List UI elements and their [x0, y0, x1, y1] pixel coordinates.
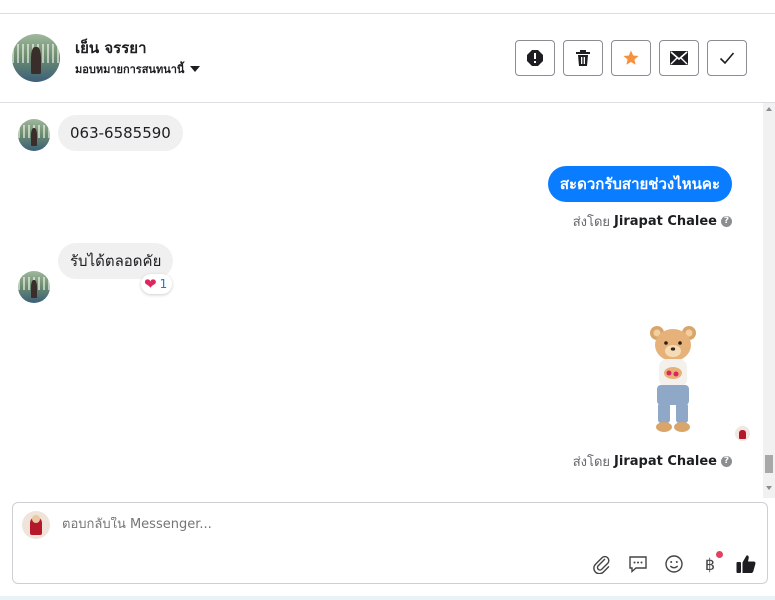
composer-tools: ฿: [591, 551, 757, 575]
contact-name: เย็น จรรยา: [75, 39, 147, 57]
attach-button[interactable]: [591, 553, 613, 575]
sent-by-name: Jirapat Chalee: [614, 214, 717, 229]
message-thread[interactable]: 063-6585590 สะดวกรับสายช่วงไหนคะ ส่งโดย …: [0, 103, 775, 498]
star-icon: [623, 50, 639, 65]
mark-unread-button[interactable]: [659, 40, 699, 76]
help-icon[interactable]: ?: [721, 216, 732, 227]
page-avatar: [22, 511, 50, 539]
assign-label: มอบหมายการสนทนานี้: [75, 63, 185, 76]
like-button[interactable]: [735, 553, 757, 575]
outgoing-message-bubble[interactable]: สะดวกรับสายช่วงไหนคะ: [547, 166, 732, 202]
delete-button[interactable]: [563, 40, 603, 76]
bottom-bar: [0, 596, 775, 600]
reply-composer: ฿: [12, 502, 768, 584]
contact-avatar-small: [18, 119, 50, 151]
notification-dot: [716, 551, 723, 558]
conversation-header: เย็น จรรยา มอบหมายการสนทนานี้: [0, 14, 775, 103]
seen-avatar: [735, 426, 750, 441]
sent-by-label: ส่งโดย Jirapat Chalee ?: [573, 211, 732, 232]
scroll-up-arrow-icon[interactable]: [766, 107, 772, 111]
reaction-badge[interactable]: ❤ 1: [141, 274, 173, 294]
sent-by-name: Jirapat Chalee: [614, 454, 717, 469]
star-button[interactable]: [611, 40, 651, 76]
scrollbar-thumb[interactable]: [765, 455, 773, 473]
sent-by-prefix: ส่งโดย: [572, 455, 611, 470]
teddy-bear-sticker[interactable]: [645, 323, 701, 435]
scrollbar[interactable]: [763, 103, 775, 498]
exclamation-icon: [527, 50, 543, 66]
reply-input[interactable]: [62, 517, 662, 532]
caret-down-icon: [190, 66, 201, 72]
scroll-down-arrow-icon[interactable]: [766, 486, 772, 490]
envelope-icon: [670, 51, 688, 65]
saved-replies-button[interactable]: [627, 553, 649, 575]
sent-by-prefix: ส่งโดย: [572, 215, 611, 230]
payment-button[interactable]: ฿: [699, 551, 723, 575]
incoming-message-bubble[interactable]: 063-6585590: [58, 115, 183, 151]
thumbs-up-icon: [736, 555, 756, 573]
chat-bubble-icon: [629, 556, 647, 574]
baht-icon: ฿: [704, 554, 716, 574]
reaction-count: 1: [159, 277, 168, 291]
paperclip-icon: [593, 555, 610, 574]
help-icon[interactable]: ?: [721, 456, 732, 467]
smiley-icon: [665, 555, 683, 573]
header-actions: [515, 40, 747, 76]
assign-conversation-dropdown[interactable]: มอบหมายการสนทนานี้: [75, 60, 201, 78]
heart-icon: ❤: [144, 274, 157, 293]
contact-avatar[interactable]: [12, 34, 60, 82]
check-icon: [719, 52, 735, 65]
report-button[interactable]: [515, 40, 555, 76]
sent-by-label: ส่งโดย Jirapat Chalee ?: [573, 451, 732, 472]
trash-icon: [576, 50, 590, 66]
contact-avatar-small: [18, 271, 50, 303]
mark-done-button[interactable]: [707, 40, 747, 76]
emoji-button[interactable]: [663, 553, 685, 575]
